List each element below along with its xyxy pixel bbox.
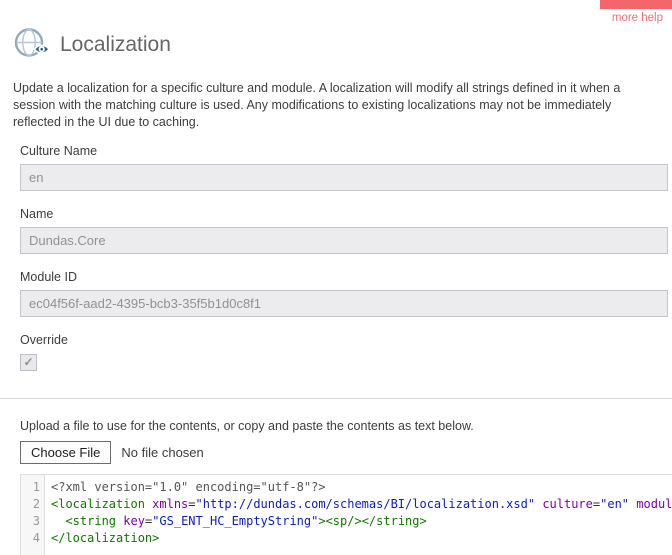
xml-code-editor[interactable]: 1<?xml version="1.0" encoding="utf-8"?>2… [20, 474, 672, 555]
page-title: Localization [60, 33, 171, 57]
section-divider [0, 398, 672, 399]
code-line[interactable]: 2<localization xmlns="http://dundas.com/… [21, 496, 672, 513]
code-line[interactable]: 4</localization> [21, 530, 672, 547]
no-file-chosen-text: No file chosen [121, 445, 203, 460]
choose-file-button[interactable]: Choose File [20, 441, 111, 464]
more-help-link[interactable]: more help [612, 12, 663, 24]
code-line[interactable]: 3 <string key="GS_ENT_HC_EmptyString"><s… [21, 513, 672, 530]
help-accent-bar [600, 0, 672, 9]
page-description: Update a localization for a specific cul… [13, 80, 660, 131]
module-id-input [20, 290, 668, 317]
code-lines[interactable]: 1<?xml version="1.0" encoding="utf-8"?>2… [21, 475, 672, 547]
module-id-label: Module ID [20, 270, 668, 284]
localization-icon [13, 26, 51, 64]
localization-form: Culture Name Name Module ID Override ✓ [20, 144, 668, 371]
check-icon: ✓ [23, 356, 33, 369]
upload-instruction: Upload a file to use for the contents, o… [20, 419, 660, 433]
culture-name-input [20, 164, 668, 191]
culture-name-label: Culture Name [20, 144, 668, 158]
override-label: Override [20, 333, 668, 347]
file-upload-row: Choose File No file chosen [20, 441, 672, 464]
localization-page: more help Localization Update a localiza… [0, 0, 672, 555]
page-header: Localization [13, 26, 672, 64]
name-label: Name [20, 207, 668, 221]
override-checkbox: ✓ [20, 354, 37, 371]
name-input [20, 227, 668, 254]
code-line[interactable]: 1<?xml version="1.0" encoding="utf-8"?> [21, 479, 672, 496]
